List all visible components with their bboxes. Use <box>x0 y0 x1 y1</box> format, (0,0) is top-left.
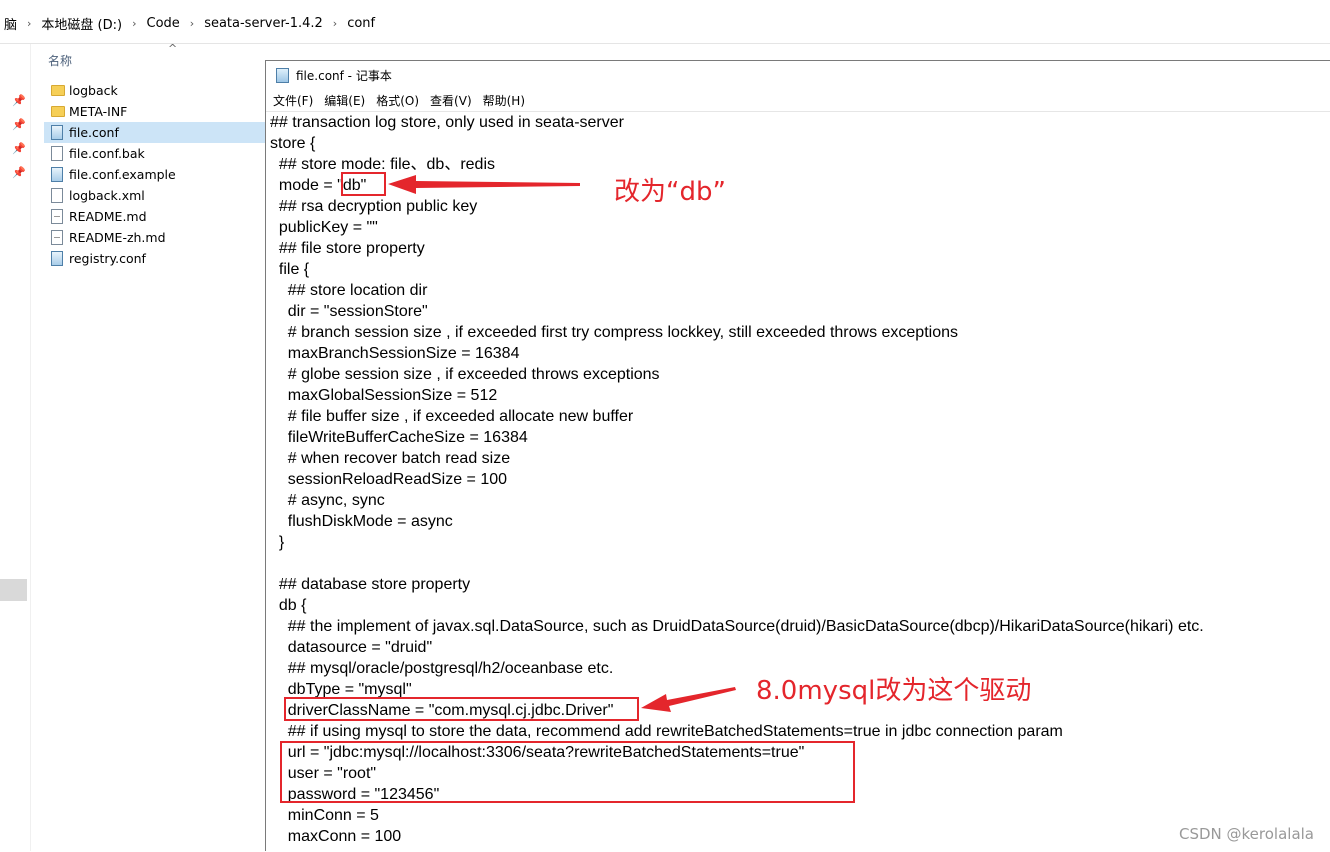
pin-icon[interactable]: 📌 <box>12 94 26 107</box>
highlight-mode-box <box>341 172 386 196</box>
folder-icon <box>51 85 65 96</box>
editor-line: # file buffer size , if exceeded allocat… <box>270 408 634 425</box>
editor-line: # branch session size , if exceeded firs… <box>270 324 958 341</box>
file-icon <box>51 188 63 203</box>
file-item-file-conf-bak[interactable]: file.conf.bak <box>44 143 265 164</box>
editor-line: publicKey = "" <box>270 219 378 236</box>
address-bar[interactable]: 脑 › 本地磁盘 (D:) › Code › seata-server-1.4.… <box>0 0 1330 44</box>
sort-up-icon: ^ <box>168 42 178 55</box>
notepad-titlebar[interactable]: file.conf - 记事本 <box>266 61 1330 89</box>
menu-view[interactable]: 查看(V) <box>423 91 476 111</box>
annotation-driver-note: 8.0mysql改为这个驱动 <box>756 676 1032 706</box>
breadcrumb-item-conf[interactable]: conf <box>343 16 379 31</box>
nav-selected-item[interactable] <box>0 579 27 601</box>
file-item-file-conf[interactable]: file.conf <box>44 122 289 143</box>
editor-line: flushDiskMode = async <box>270 513 453 530</box>
editor-line: ## the implement of javax.sql.DataSource… <box>270 618 1204 635</box>
editor-line: } <box>270 534 285 551</box>
file-list: logback META-INF file.conf file.conf.bak… <box>44 80 289 269</box>
menu-format[interactable]: 格式(O) <box>369 91 423 111</box>
file-item-registry-conf[interactable]: registry.conf <box>44 248 265 269</box>
file-item-meta-inf[interactable]: META-INF <box>44 101 265 122</box>
editor-line: store { <box>270 135 316 152</box>
highlight-connection-box <box>280 741 855 803</box>
editor-line: datasource = "druid" <box>270 639 433 656</box>
folder-icon <box>51 106 65 117</box>
chevron-right-icon[interactable]: › <box>327 17 343 30</box>
breadcrumb-item-code[interactable]: Code <box>143 16 184 31</box>
editor-line: ## file store property <box>270 240 425 257</box>
editor-line: ## database store property <box>270 576 471 593</box>
editor-line: file { <box>270 261 310 278</box>
editor-line: ## mysql/oracle/postgresql/h2/oceanbase … <box>270 660 614 677</box>
file-item-readme-md[interactable]: README.md <box>44 206 265 227</box>
file-name: logback <box>69 83 118 98</box>
pin-icon[interactable]: 📌 <box>12 142 26 155</box>
file-name: registry.conf <box>69 251 146 266</box>
menu-bar: 文件(F) 编辑(E) 格式(O) 查看(V) 帮助(H) <box>266 91 529 111</box>
editor-line: ## transaction log store, only used in s… <box>270 114 624 131</box>
editor-lines: ## transaction log store, only used in s… <box>270 112 1204 847</box>
pin-icon[interactable]: 📌 <box>12 166 26 179</box>
navigation-pane[interactable]: 📌 📌 📌 📌 <box>0 44 31 851</box>
editor-line: # when recover batch read size <box>270 450 511 467</box>
window-title: file.conf - 记事本 <box>296 69 392 83</box>
editor-line: ## store location dir <box>270 282 428 299</box>
editor-line: sessionReloadReadSize = 100 <box>270 471 508 488</box>
conf-file-icon <box>51 167 63 182</box>
breadcrumb-item-drive[interactable]: 本地磁盘 (D:) <box>37 14 126 33</box>
editor-line: maxConn = 100 <box>270 828 402 845</box>
editor-line: ## store mode: file、db、redis <box>270 156 495 173</box>
menu-file[interactable]: 文件(F) <box>266 91 317 111</box>
editor-line: maxGlobalSessionSize = 512 <box>270 387 498 404</box>
md-file-icon <box>51 209 63 224</box>
highlight-driver-box <box>284 697 639 721</box>
file-item-logback[interactable]: logback <box>44 80 265 101</box>
file-item-logback-xml[interactable]: logback.xml <box>44 185 265 206</box>
annotation-mode-note: 改为“db” <box>614 177 726 207</box>
file-name: README.md <box>69 209 147 224</box>
pin-icon[interactable]: 📌 <box>12 118 26 131</box>
conf-file-icon <box>51 251 63 266</box>
editor-line: # globe session size , if exceeded throw… <box>270 366 660 383</box>
breadcrumb: 脑 › 本地磁盘 (D:) › Code › seata-server-1.4.… <box>0 14 379 33</box>
editor-line: ## rsa decryption public key <box>270 198 478 215</box>
file-name: META-INF <box>69 104 128 119</box>
conf-file-icon <box>51 125 63 140</box>
notepad-icon <box>276 68 289 83</box>
chevron-right-icon[interactable]: › <box>184 17 200 30</box>
watermark: CSDN @kerolalala <box>1178 825 1314 843</box>
file-name: file.conf <box>69 125 119 140</box>
editor-line: fileWriteBufferCacheSize = 16384 <box>270 429 528 446</box>
breadcrumb-item-seata[interactable]: seata-server-1.4.2 <box>200 16 327 31</box>
editor-line: db { <box>270 597 307 614</box>
breadcrumb-item-pc[interactable]: 脑 <box>0 14 21 33</box>
chevron-right-icon[interactable]: › <box>126 17 142 30</box>
editor-line: # async, sync <box>270 492 385 509</box>
menu-edit[interactable]: 编辑(E) <box>317 91 369 111</box>
md-file-icon <box>51 230 63 245</box>
editor-line: ## if using mysql to store the data, rec… <box>270 723 1063 740</box>
file-name: README-zh.md <box>69 230 166 245</box>
file-item-file-conf-example[interactable]: file.conf.example <box>44 164 265 185</box>
file-icon <box>51 146 63 161</box>
file-name: logback.xml <box>69 188 145 203</box>
file-name: file.conf.example <box>69 167 176 182</box>
notepad-window[interactable]: file.conf - 记事本 文件(F) 编辑(E) 格式(O) 查看(V) … <box>265 60 1330 851</box>
menu-help[interactable]: 帮助(H) <box>476 91 529 111</box>
editor-line: maxBranchSessionSize = 16384 <box>270 345 520 362</box>
editor-line: mode = "db" <box>270 177 367 194</box>
file-item-readme-zh-md[interactable]: README-zh.md <box>44 227 265 248</box>
editor-line: minConn = 5 <box>270 807 379 824</box>
chevron-right-icon[interactable]: › <box>21 17 37 30</box>
file-name: file.conf.bak <box>69 146 145 161</box>
editor-line: dir = "sessionStore" <box>270 303 428 320</box>
